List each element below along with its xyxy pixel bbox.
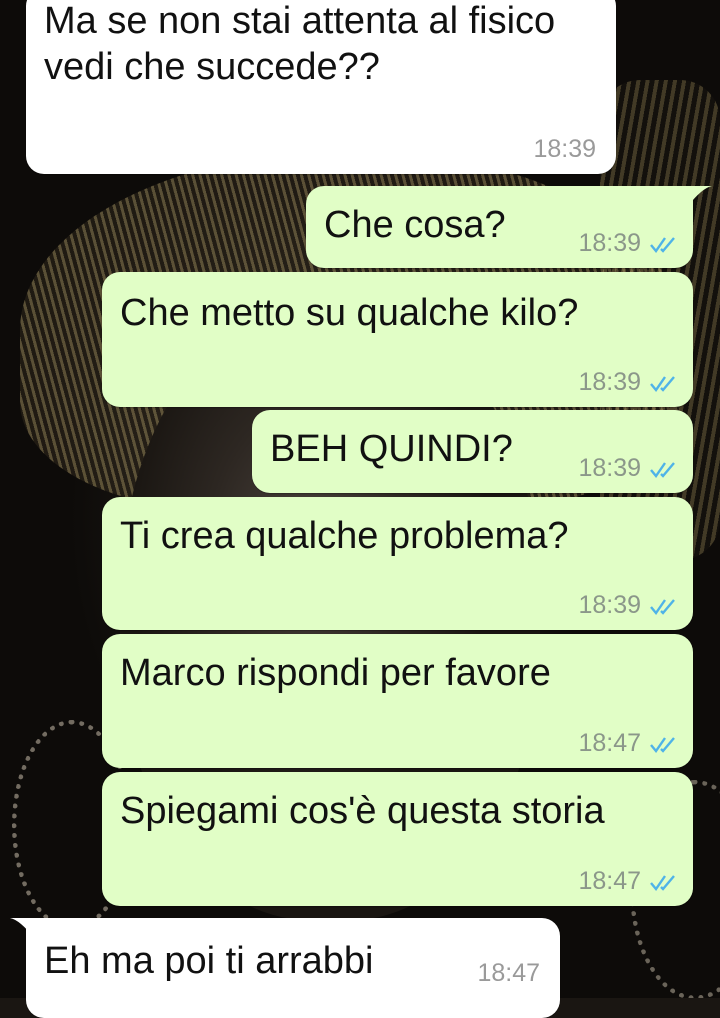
message-text: Che metto su qualche kilo?	[120, 292, 579, 334]
message-time: 18:39	[578, 591, 641, 619]
message-meta: 18:39	[578, 368, 679, 397]
message-time: 18:39	[578, 229, 641, 257]
message-meta: 18:47	[578, 729, 679, 758]
message-time: 18:39	[533, 135, 596, 163]
message-text: Spiegami cos'è questa storia	[120, 790, 605, 832]
message-time: 18:47	[578, 729, 641, 757]
message-time: 18:47	[477, 959, 540, 987]
message-bubble-incoming[interactable]: Ma se non stai attenta al fisico vedi ch…	[26, 0, 616, 174]
message-meta: 18:39	[578, 591, 679, 620]
message-bubble-outgoing[interactable]: Marco rispondi per favore 18:47	[102, 634, 693, 768]
message-bubble-outgoing[interactable]: Che metto su qualche kilo? 18:39	[102, 272, 693, 407]
message-meta: 18:47	[477, 959, 540, 988]
message-meta: 18:39	[578, 454, 679, 483]
message-time: 18:39	[578, 368, 641, 396]
outgoing-bubble-tail	[688, 186, 712, 206]
message-text: Ti crea qualche problema?	[120, 515, 569, 557]
message-time: 18:47	[578, 867, 641, 895]
message-meta: 18:47	[578, 867, 679, 896]
double-check-read-icon	[650, 375, 675, 392]
message-text: Ma se non stai attenta al fisico vedi ch…	[44, 0, 556, 88]
message-text: Che cosa?	[324, 204, 506, 246]
message-text: Marco rispondi per favore	[120, 652, 551, 694]
message-bubble-outgoing[interactable]: Che cosa? 18:39	[306, 186, 693, 268]
incoming-bubble-tail	[10, 918, 34, 938]
message-text: Eh ma poi ti arrabbi	[44, 940, 374, 982]
message-meta: 18:39	[578, 229, 679, 258]
message-bubble-outgoing[interactable]: Spiegami cos'è questa storia 18:47	[102, 772, 693, 906]
message-bubble-incoming[interactable]: Eh ma poi ti arrabbi 18:47	[26, 918, 560, 1018]
message-bubble-outgoing[interactable]: BEH QUINDI? 18:39	[252, 410, 693, 493]
message-text: BEH QUINDI?	[270, 428, 513, 470]
message-bubble-outgoing[interactable]: Ti crea qualche problema? 18:39	[102, 497, 693, 630]
double-check-read-icon	[650, 236, 675, 253]
double-check-read-icon	[650, 598, 675, 615]
double-check-read-icon	[650, 874, 675, 891]
message-time: 18:39	[578, 454, 641, 482]
double-check-read-icon	[650, 736, 675, 753]
message-meta: 18:39	[533, 135, 596, 164]
double-check-read-icon	[650, 461, 675, 478]
